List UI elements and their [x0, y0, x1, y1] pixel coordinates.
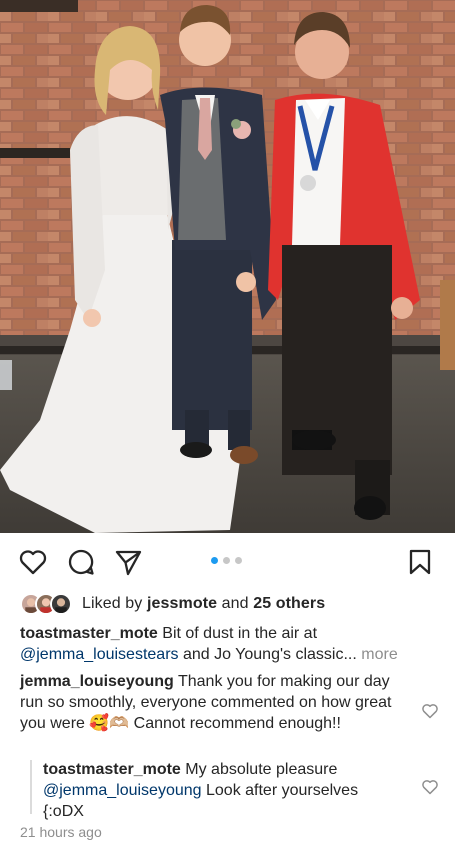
avatar: [50, 593, 72, 615]
likes-text: Liked by jessmote and 25 others: [82, 595, 325, 613]
comment-username[interactable]: jemma_louiseyoung: [20, 673, 174, 690]
paper-plane-icon[interactable]: [113, 547, 143, 577]
reply-mention[interactable]: @jemma_louiseyoung: [43, 782, 202, 799]
post-action-bar: [0, 533, 455, 591]
caption-more-link[interactable]: more: [357, 646, 397, 663]
carousel-indicator: [211, 557, 242, 565]
reply-thread-line: [30, 760, 32, 814]
caption-text: Bit of dust in the air at: [157, 625, 318, 642]
caption-username[interactable]: toastmaster_mote: [20, 625, 158, 642]
comment-bubble-icon[interactable]: [66, 547, 96, 577]
comment-like-icon[interactable]: [421, 702, 439, 720]
liker-avatars: [20, 593, 74, 615]
carousel-dot: [235, 557, 242, 564]
reply-text: My absolute pleasure: [180, 761, 338, 778]
caption-text-after: and Jo Young's classic...: [178, 646, 357, 663]
caption-mention[interactable]: @jemma_louisestears: [20, 646, 179, 663]
liker-username[interactable]: jessmote: [147, 595, 217, 612]
post-caption: toastmaster_mote Bit of dust in the air …: [20, 623, 440, 665]
likes-joiner: and: [217, 595, 254, 612]
post-timestamp: 21 hours ago: [20, 824, 102, 840]
likes-summary[interactable]: Liked by jessmote and 25 others: [20, 592, 325, 616]
post-photo[interactable]: [0, 0, 455, 533]
comment-reply: toastmaster_mote My absolute pleasure @j…: [43, 759, 403, 822]
comment: jemma_louiseyoung Thank you for making o…: [20, 671, 395, 734]
reply-like-icon[interactable]: [421, 778, 439, 796]
carousel-dot: [223, 557, 230, 564]
bookmark-icon[interactable]: [405, 547, 435, 577]
wedding-photo: [0, 0, 455, 533]
likes-prefix: Liked by: [82, 595, 147, 612]
likes-others-link[interactable]: 25 others: [253, 595, 325, 612]
carousel-dot-active: [211, 557, 218, 564]
heart-icon[interactable]: [18, 547, 48, 577]
reply-username[interactable]: toastmaster_mote: [43, 761, 181, 778]
